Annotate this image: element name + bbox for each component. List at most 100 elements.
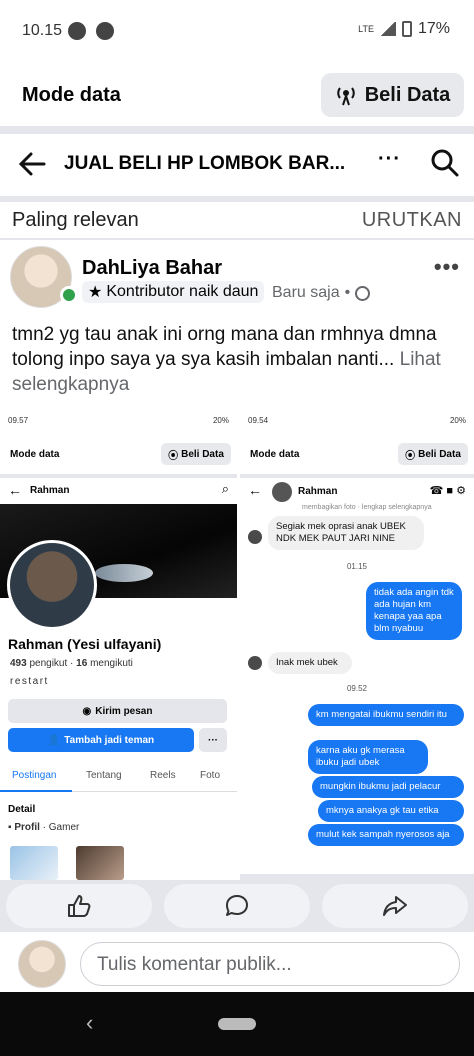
mini-status-time: 09.54 [248, 416, 269, 425]
status-bar: 10.15 LTE 17% [0, 0, 474, 64]
post-body: tmn2 yg tau anak ini orng mana dan rmhny… [12, 324, 437, 370]
beli-data-button[interactable]: Beli Data [321, 73, 464, 117]
divider [0, 126, 474, 134]
chat-message-out: karna aku gk merasa ibuku jadi ubek [308, 740, 428, 774]
mini-add-friend-label: Tambah jadi teman [64, 734, 155, 746]
attached-image-profile[interactable]: 09.57 20% Mode data ⦿ Beli Data ← Rahman … [0, 404, 237, 880]
mini-add-friend-button: 👤 Tambah jadi teman [8, 728, 194, 752]
share-button[interactable] [322, 884, 468, 928]
messenger-icon: ◉ [82, 705, 92, 717]
star-icon: ★ [88, 284, 103, 301]
post-more-button[interactable]: ••• [434, 254, 460, 280]
mini-mode-label: Mode data [10, 449, 60, 460]
profile-detail-label: Profil [14, 822, 40, 833]
mini-profile-tabs: Postingan Tentang Reels Foto [0, 760, 237, 792]
action-bar [0, 880, 474, 932]
call-video-settings-icons: ☎ ■ ⚙ [429, 485, 466, 497]
mode-data-bar: Mode data Beli Data [0, 64, 474, 126]
chat-avatar [272, 482, 292, 502]
mini-beli-data-button: ⦿ Beli Data [161, 443, 231, 465]
more-options-button[interactable]: ··· [378, 148, 401, 171]
group-header: JUAL BELI HP LOMBOK BAR... ··· [0, 134, 474, 196]
sort-button[interactable]: URUTKAN [362, 209, 462, 232]
nav-back-icon[interactable]: ‹ [86, 1010, 93, 1036]
mini-mode-label: Mode data [250, 449, 300, 460]
chat-message-out: mulut kek sampah nyerosos aja [308, 824, 464, 846]
chat-message-in: Segiak mek oprasi anak UBEK NDK MEK PAUT… [268, 516, 424, 550]
broadcast-icon [337, 87, 355, 106]
mini-status-bar: 09.57 20% [0, 404, 237, 438]
mini-tab-photos: Foto [200, 770, 221, 781]
contributor-badge[interactable]: ★ Kontributor naik daun [82, 281, 265, 303]
chat-message-out: km mengatai ibukmu sendiri itu [308, 704, 464, 726]
mini-more-button: ··· [199, 728, 227, 752]
profile-detail-line: ▪ Profil · Gamer [8, 822, 79, 833]
system-nav-bar: ‹ [0, 992, 474, 1056]
broadcast-icon: ⦿ [168, 450, 179, 462]
chat-name: Rahman [298, 486, 338, 497]
search-icon: ⌕ [221, 481, 229, 496]
active-tab-indicator [0, 790, 72, 792]
photo-thumbnail [76, 846, 124, 880]
mini-tab-reels: Reels [150, 770, 176, 781]
profile-picture [7, 540, 97, 630]
search-icon[interactable] [430, 148, 460, 178]
chat-message-out: mknya anakya gk tau etika [318, 800, 464, 822]
chat-sender-avatar [248, 656, 262, 670]
mini-profile-header: ← Rahman ⌕ [0, 478, 237, 504]
messenger-icon [68, 22, 86, 40]
like-icon [68, 895, 91, 917]
battery-icon [401, 21, 412, 37]
profile-name: Rahman (Yesi ulfayani) [8, 636, 162, 652]
followers-count: 493 [10, 658, 27, 669]
notification-icon [96, 22, 114, 40]
user-avatar[interactable] [18, 940, 66, 988]
photo-thumbnail [10, 846, 58, 880]
sort-row: Paling relevan URUTKAN [0, 202, 474, 238]
mini-message-label: Kirim pesan [95, 705, 153, 717]
badge-label: Kontributor naik daun [106, 283, 259, 300]
chat-message-out: tidak ada angin tdk ada hujan km kenapa … [366, 582, 462, 640]
profile-detail-value: · Gamer [42, 822, 80, 833]
status-time: 10.15 [22, 22, 63, 39]
briefcase-icon: ▪ [8, 822, 12, 833]
mini-tab-posts: Postingan [12, 770, 57, 781]
attached-image-chat[interactable]: 09.54 20% Mode data ⦿ Beli Data ← Rahman … [240, 404, 474, 880]
profile-stats: 493 pengikut · 16 mengikuti [10, 658, 133, 669]
comment-input[interactable]: Tulis komentar publik... [80, 942, 460, 986]
chat-timestamp: 01.15 [346, 562, 368, 571]
chat-message-in: Inak mek ubek [268, 652, 352, 674]
profile-bio: restart [10, 676, 49, 687]
group-title: JUAL BELI HP LOMBOK BAR... [64, 153, 346, 174]
followers-label: pengikut [29, 658, 68, 669]
mini-status-time: 09.57 [8, 416, 29, 425]
back-arrow-icon: ← [8, 482, 22, 498]
chat-sender-avatar [248, 530, 262, 544]
globe-icon [355, 285, 371, 301]
comment-row: Tulis komentar publik... [0, 932, 474, 992]
post-text: tmn2 yg tau anak ini orng mana dan rmhny… [12, 322, 464, 397]
nav-home-pill[interactable] [218, 1018, 256, 1030]
divider [0, 238, 474, 240]
chat-cut-text: membagikan foto · lengkap selengkapnya [302, 504, 432, 511]
network-label: LTE [358, 24, 374, 34]
like-button[interactable] [6, 884, 152, 928]
share-icon [383, 896, 407, 916]
back-arrow-icon[interactable] [16, 148, 48, 180]
mini-status-bar: 09.54 20% [240, 404, 474, 438]
author-name[interactable]: DahLiya Bahar [82, 257, 222, 280]
following-label: mengikuti [90, 658, 133, 669]
chat-header: ← Rahman ☎ ■ ⚙ [240, 474, 474, 504]
mini-message-button: ◉ Kirim pesan [8, 699, 227, 723]
detail-title: Detail [8, 804, 36, 815]
status-right: LTE 17% [358, 20, 450, 38]
mode-data-label: Mode data [22, 84, 121, 106]
mini-mode-bar: Mode data ⦿ Beli Data [240, 438, 474, 474]
mini-battery: 20% [212, 416, 229, 425]
sort-label: Paling relevan [12, 209, 139, 231]
following-count: 16 [76, 658, 88, 669]
chat-timestamp: 09.52 [346, 684, 368, 693]
comment-button[interactable] [164, 884, 310, 928]
mini-beli-data-button: ⦿ Beli Data [398, 443, 468, 465]
chat-message-out: mungkin ibukmu jadi pelacur [312, 776, 464, 798]
